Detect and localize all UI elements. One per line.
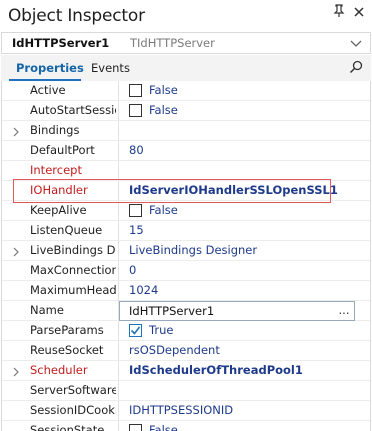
checkbox-checked[interactable] (129, 324, 142, 337)
property-value[interactable]: 1024 (129, 283, 158, 297)
property-value: True (149, 323, 174, 337)
property-row-keepalive[interactable]: KeepAlive False (2, 201, 370, 221)
property-value: False (149, 103, 178, 117)
property-row-defaultport[interactable]: DefaultPort 80 (2, 141, 370, 161)
name-edit-value[interactable]: IdHTTPServer1 (129, 304, 214, 318)
property-value[interactable]: IdSchedulerOfThreadPool1 (129, 363, 303, 377)
property-name: ListenQueue (30, 223, 103, 237)
property-name: Name (30, 303, 64, 317)
property-row-parseparams[interactable]: ParseParams True (2, 321, 370, 341)
chevron-right-icon[interactable] (12, 246, 20, 257)
property-name: Bindings (30, 123, 80, 137)
checkbox[interactable] (129, 104, 142, 117)
chevron-right-icon[interactable] (12, 366, 20, 377)
property-name: Scheduler (30, 363, 88, 377)
property-value[interactable]: IdServerIOHandlerSSLOpenSSL1 (129, 183, 338, 197)
property-row-serversoftware[interactable]: ServerSoftware (2, 381, 370, 401)
property-value[interactable]: 80 (129, 143, 144, 157)
property-row-name[interactable]: Name IdHTTPServer1... (2, 301, 370, 321)
property-row-autostartsession[interactable]: AutoStartSession False (2, 101, 370, 121)
component-name: IdHTTPServer1 (12, 36, 110, 50)
property-row-listenqueue[interactable]: ListenQueue 15 (2, 221, 370, 241)
window-title: Object Inspector (8, 6, 145, 26)
tab-properties[interactable]: Properties (16, 61, 84, 75)
property-name: Intercept (30, 163, 82, 177)
property-name: ServerSoftware (30, 383, 116, 397)
property-name: LiveBindings Designer (30, 243, 116, 257)
property-name: SessionState (30, 423, 105, 431)
property-row-sessionstate[interactable]: SessionState False (2, 421, 370, 431)
property-row-iohandler[interactable]: IOHandler IdServerIOHandlerSSLOpenSSL1 (2, 181, 370, 201)
property-grid: Active False AutoStartSession False Bindings… (1, 81, 371, 431)
property-name: ReuseSocket (30, 343, 104, 357)
property-row-reusesocket[interactable]: ReuseSocket rsOSDependent (2, 341, 370, 361)
property-name: IOHandler (30, 183, 88, 197)
tab-events[interactable]: Events (91, 61, 130, 75)
checkbox[interactable] (129, 84, 142, 97)
chevron-down-icon[interactable] (350, 37, 362, 49)
property-name: DefaultPort (30, 143, 95, 157)
property-name: SessionIDCookieName (30, 403, 116, 417)
property-name: ParseParams (30, 323, 104, 337)
component-selector[interactable]: IdHTTPServer1 TIdHTTPServer (1, 32, 371, 54)
property-row-maxconnections[interactable]: MaxConnections 0 (2, 261, 370, 281)
property-row-bindings[interactable]: Bindings (2, 121, 370, 141)
checkbox[interactable] (129, 204, 142, 217)
property-name: Active (30, 83, 66, 97)
pin-icon[interactable] (330, 4, 348, 26)
close-icon[interactable] (350, 4, 368, 26)
checkbox[interactable] (129, 424, 142, 431)
property-row-livebindings-designer[interactable]: LiveBindings Designer LiveBindings Design… (2, 241, 370, 261)
property-value[interactable]: 15 (129, 223, 144, 237)
property-row-maximumheaderlinecount[interactable]: MaximumHeaderLineCount 1024 (2, 281, 370, 301)
name-edit-field[interactable]: IdHTTPServer1 (119, 301, 355, 321)
property-name: MaximumHeaderLineCount (30, 283, 116, 297)
property-value: False (149, 83, 178, 97)
chevron-right-icon[interactable] (12, 126, 20, 137)
property-name: MaxConnections (30, 263, 116, 277)
property-row-scheduler[interactable]: Scheduler IdSchedulerOfThreadPool1 (2, 361, 370, 381)
property-value: False (149, 423, 178, 431)
property-row-sessionidcookiename[interactable]: SessionIDCookieName IDHTTPSESSIONID (2, 401, 370, 421)
property-value[interactable]: rsOSDependent (129, 343, 220, 357)
property-row-active[interactable]: Active False (2, 81, 370, 101)
component-class: TIdHTTPServer (130, 36, 215, 50)
property-name: KeepAlive (30, 203, 87, 217)
ellipsis-button[interactable]: ... (334, 302, 354, 320)
search-icon[interactable] (349, 60, 363, 74)
property-name: AutoStartSession (30, 103, 116, 117)
property-value[interactable]: IDHTTPSESSIONID (129, 403, 233, 417)
tab-strip: Properties Events (1, 55, 371, 81)
title-bar: Object Inspector (0, 0, 372, 34)
property-row-intercept[interactable]: Intercept (2, 161, 370, 181)
property-value[interactable]: 0 (129, 263, 136, 277)
property-value[interactable]: LiveBindings Designer (129, 243, 257, 257)
property-value: False (149, 203, 178, 217)
